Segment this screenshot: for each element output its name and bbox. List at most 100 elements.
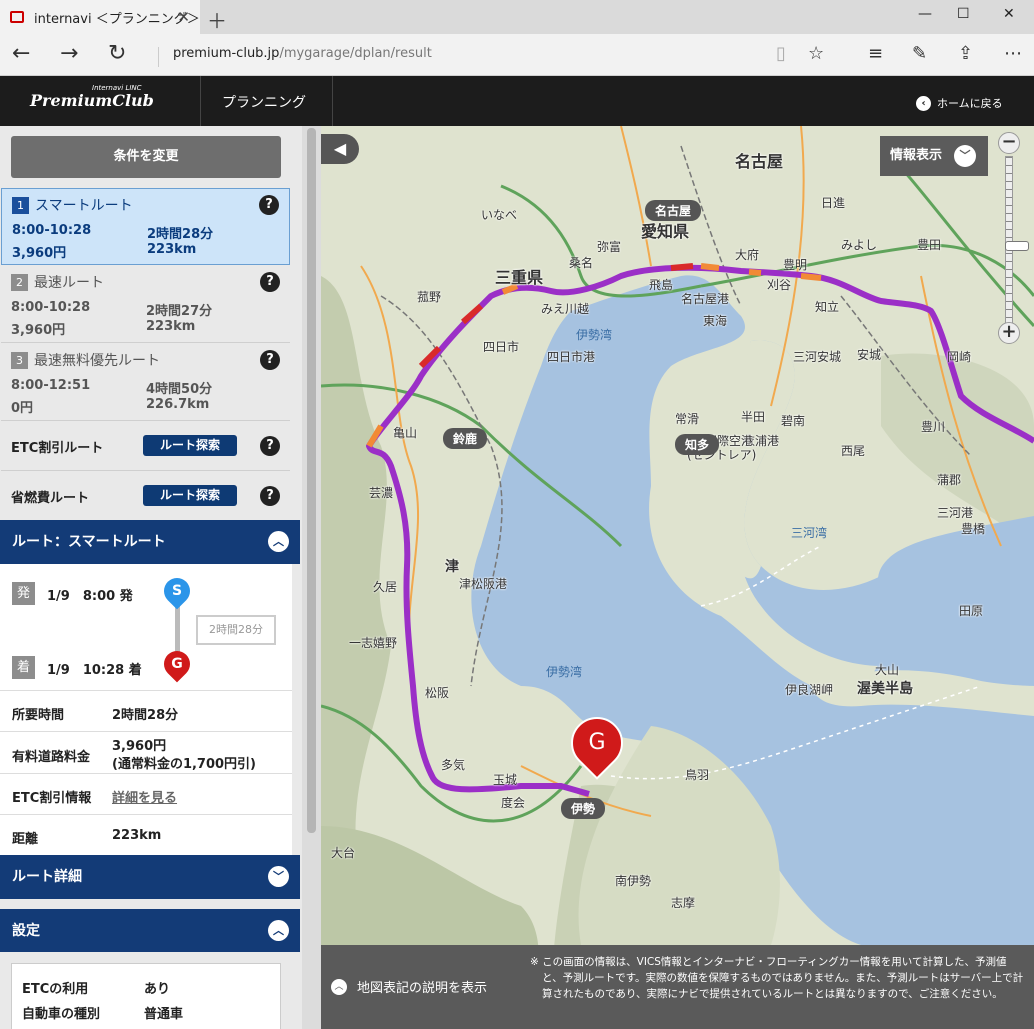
change-conditions-button[interactable]: 条件を変更: [11, 136, 281, 178]
home-link-label: ホームに戻る: [937, 97, 1003, 110]
back-icon[interactable]: ←: [12, 41, 30, 66]
route-distance: 223km: [147, 242, 197, 257]
map-label: 碧南: [781, 414, 806, 428]
help-icon[interactable]: ?: [260, 272, 280, 292]
map-label: 玉城: [493, 773, 518, 787]
map-label: 四日市港: [547, 350, 596, 364]
route-time: 8:00-10:28: [12, 223, 92, 238]
map-label: 伊勢湾: [546, 665, 583, 679]
arrive-time: 1/9 10:28 着: [47, 663, 142, 678]
etc-route-search-button[interactable]: ルート探索: [143, 435, 237, 456]
route-cost: 0円: [11, 401, 34, 416]
browser-tab[interactable]: internavi ＜プランニング＞ ✕: [0, 0, 200, 34]
route-map[interactable]: 名古屋 愛知県 三重県 伊勢湾 伊勢湾 三河湾 津 津松阪港 四日市 四日市港 …: [321, 126, 1034, 1029]
route-distance: 226.7km: [146, 397, 210, 412]
tab-title: internavi ＜プランニング＞: [34, 11, 200, 27]
home-link[interactable]: ‹ ホームに戻る: [916, 95, 1003, 111]
refresh-icon[interactable]: ↻: [108, 41, 126, 66]
etc-route-row: ETC割引ルート ルート探索 ?: [1, 421, 290, 471]
map-label: 日進: [821, 196, 846, 210]
settings-panel: ETCの利用 あり 自動車の種別 普通車: [0, 952, 300, 1029]
zoom-control: − +: [998, 132, 1029, 344]
route-time: 8:00-10:28: [11, 300, 91, 315]
hub-icon[interactable]: ≡: [868, 43, 883, 64]
route-name: 最速ルート: [34, 275, 104, 291]
tab-close-icon[interactable]: ✕: [177, 8, 190, 26]
note-icon[interactable]: ✎: [912, 43, 927, 64]
setting-value: 普通車: [144, 1007, 184, 1022]
route-section-header[interactable]: ルート：スマートルート ︿: [0, 520, 300, 564]
window-close-icon[interactable]: ✕: [1003, 6, 1015, 22]
depart-badge: 発: [12, 582, 35, 605]
map-label: 松阪: [425, 686, 450, 700]
route-detail-header[interactable]: ルート詳細 ﹀: [0, 855, 300, 899]
favorite-star-icon[interactable]: ☆: [808, 43, 824, 64]
depart-time: 1/9 8:00 発: [47, 589, 133, 604]
map-label: 豊橋: [961, 522, 986, 536]
start-pin-label: S: [171, 583, 183, 599]
help-icon[interactable]: ?: [260, 350, 280, 370]
detail-value: 223km: [112, 828, 162, 843]
zoom-slider[interactable]: [1005, 156, 1029, 324]
legend-toggle[interactable]: ︿ 地図表記の説明を表示: [331, 977, 487, 996]
route-option-fastest[interactable]: 2 最速ルート ? 8:00-10:28 2時間27分 3,960円 223km: [1, 266, 290, 343]
map-label: 志摩: [671, 896, 696, 910]
map-label: 四日市: [483, 340, 520, 354]
new-tab-icon[interactable]: ＋: [207, 5, 227, 34]
map-label: 東海: [703, 314, 728, 328]
map-label: 飛島: [649, 278, 674, 292]
zoom-in-button[interactable]: +: [998, 322, 1020, 344]
header-divider: [200, 76, 201, 126]
map-label: 名古屋: [735, 152, 784, 171]
tab-bar: internavi ＜プランニング＞ ✕ ＋ — ☐ ✕: [0, 0, 1034, 34]
help-icon[interactable]: ?: [260, 436, 280, 456]
chevron-up-icon[interactable]: ︿: [268, 531, 289, 552]
chevron-down-icon[interactable]: ﹀: [268, 866, 289, 887]
help-icon[interactable]: ?: [259, 195, 279, 215]
scrollbar-thumb[interactable]: [307, 128, 316, 833]
maximize-icon[interactable]: ☐: [957, 6, 970, 22]
map-label: 弥富: [597, 240, 622, 254]
route-option-fastest-free[interactable]: 3 最速無料優先ルート ? 8:00-12:51 4時間50分 0円 226.7k…: [1, 344, 290, 421]
map-label: 豊川: [921, 420, 946, 434]
route-times: 発 1/9 8:00 発 着 1/9 10:28 着 S G 2時間28分: [0, 564, 292, 691]
route-number: 3: [11, 351, 28, 369]
fuel-route-search-button[interactable]: ルート探索: [143, 485, 237, 506]
url-field[interactable]: premium-club.jp/mygarage/dplan/result: [158, 47, 432, 67]
route-duration: 2時間28分: [147, 227, 214, 242]
map-label: 芸濃: [369, 486, 394, 500]
map-label: 一志嬉野: [349, 636, 398, 650]
help-icon[interactable]: ?: [260, 486, 280, 506]
route-name: 最速無料優先ルート: [34, 353, 160, 369]
map-label: 鳥羽: [685, 768, 710, 782]
sidebar-scrollbar[interactable]: [302, 126, 321, 1029]
share-icon[interactable]: ⇪: [958, 43, 973, 64]
more-icon[interactable]: ⋯: [1004, 43, 1022, 64]
settings-card: ETCの利用 あり 自動車の種別 普通車: [11, 963, 281, 1029]
route-detail-title: ルート詳細: [12, 869, 82, 885]
etc-details-link[interactable]: 詳細を見る: [112, 787, 177, 806]
map-label: 豊明: [783, 258, 808, 272]
detail-value: 3,960円: [112, 739, 167, 754]
chevron-up-icon[interactable]: ︿: [268, 920, 289, 941]
city-badge: 名古屋: [645, 200, 702, 221]
route-number: 1: [12, 196, 29, 214]
premium-club-logo[interactable]: Internavi LINC PremiumClub: [30, 84, 154, 110]
minimize-icon[interactable]: —: [918, 6, 932, 22]
collapse-sidebar-button[interactable]: ◀: [321, 134, 359, 164]
route-time: 8:00-12:51: [11, 378, 91, 393]
map-label: 三河港: [937, 506, 974, 520]
route-option-smart[interactable]: 1 スマートルート ? 8:00-10:28 2時間28分 3,960円 223k…: [1, 188, 290, 265]
zoom-out-button[interactable]: −: [998, 132, 1020, 154]
info-display-button[interactable]: 情報表示 ﹀: [880, 136, 988, 176]
zoom-slider-knob[interactable]: [1005, 241, 1029, 251]
settings-header[interactable]: 設定 ︿: [0, 909, 300, 953]
detail-value: 2時間28分: [112, 708, 179, 723]
reading-view-icon[interactable]: ▯: [776, 43, 786, 64]
section-title: プランニング: [222, 95, 306, 111]
map-label: 蒲郡: [937, 473, 962, 487]
route-duration: 2時間27分: [146, 304, 213, 319]
forward-icon[interactable]: →: [60, 41, 78, 66]
goal-pin-icon: G: [158, 645, 196, 683]
map-label: 岡崎: [947, 350, 972, 364]
